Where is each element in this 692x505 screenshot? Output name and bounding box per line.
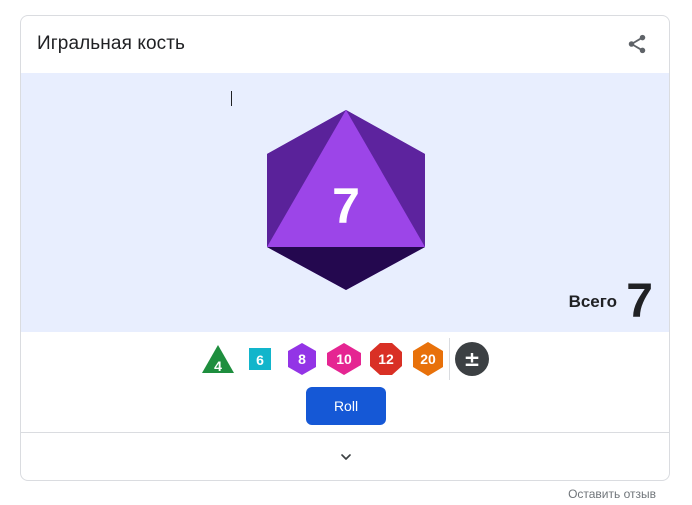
die-bottom-face: [267, 247, 425, 290]
d4-button[interactable]: 4: [199, 340, 237, 378]
d20-icon: 20: [413, 342, 443, 376]
modifier-button[interactable]: ±: [453, 340, 491, 378]
expand-button[interactable]: [334, 445, 358, 469]
d4-icon: 4: [202, 345, 234, 374]
share-button[interactable]: [621, 28, 653, 60]
card-header: Игральная кость: [21, 16, 669, 73]
d8-die-result: 7: [267, 110, 425, 290]
die-value: 7: [332, 178, 360, 234]
svg-text:6: 6: [256, 352, 264, 368]
d20-button[interactable]: 20: [409, 340, 447, 378]
svg-text:20: 20: [420, 351, 436, 367]
dice-divider: [449, 338, 450, 380]
d6-icon: 6: [249, 348, 271, 370]
dice-roller-card: Игральная кость 7 Всего 7 4 6 8 10 12 20…: [20, 15, 670, 481]
d10-icon: 10: [327, 343, 361, 375]
svg-text:4: 4: [214, 358, 222, 374]
total-label: Всего: [568, 292, 617, 311]
d12-button[interactable]: 12: [367, 340, 405, 378]
chevron-down-icon: [341, 454, 351, 460]
dice-display-area: 7 Всего 7: [21, 73, 669, 332]
d10-button[interactable]: 10: [325, 340, 363, 378]
d6-button[interactable]: 6: [241, 340, 279, 378]
roll-button[interactable]: Roll: [306, 387, 386, 425]
text-caret: [231, 91, 232, 106]
section-divider: [21, 432, 669, 433]
feedback-link[interactable]: Оставить отзыв: [568, 487, 656, 501]
svg-text:12: 12: [378, 351, 394, 367]
svg-text:10: 10: [336, 351, 352, 367]
dice-selector: 4 6 8 10 12 20 ±: [21, 336, 669, 380]
card-title: Игральная кость: [37, 33, 186, 54]
d12-icon: 12: [370, 343, 402, 375]
share-icon: [628, 34, 646, 54]
total-value: 7: [626, 275, 653, 328]
d8-button[interactable]: 8: [283, 340, 321, 378]
plus-minus-icon: ±: [455, 342, 489, 376]
d8-icon: 8: [288, 343, 316, 375]
svg-text:8: 8: [298, 351, 306, 367]
svg-text:±: ±: [464, 347, 481, 371]
